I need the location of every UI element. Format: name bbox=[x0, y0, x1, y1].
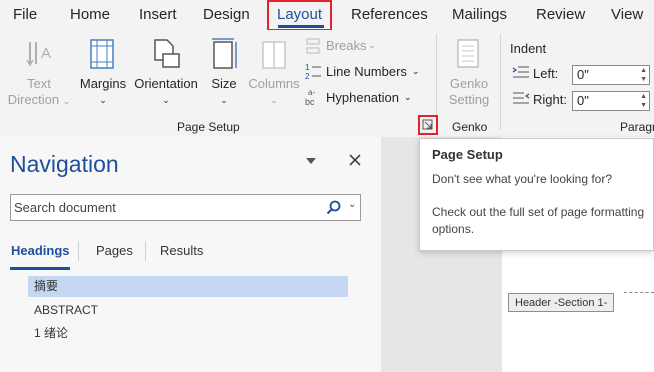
hyphenation-icon: a- bc bbox=[305, 88, 315, 107]
columns-label: Columns bbox=[248, 76, 300, 91]
spinner-arrows-icon[interactable]: ▲ ▼ bbox=[640, 92, 647, 110]
breaks-label: Breaks bbox=[326, 38, 367, 53]
genko-setting-button[interactable]: Genko Setting bbox=[441, 38, 497, 110]
genko-setting-icon bbox=[457, 39, 479, 68]
tab-review[interactable]: Review bbox=[536, 6, 585, 23]
text-direction-button[interactable]: A Text Direction ⌄ bbox=[4, 38, 74, 110]
indent-left-input[interactable]: 0" ▲ ▼ bbox=[572, 65, 650, 85]
close-icon[interactable] bbox=[349, 154, 361, 166]
tab-references[interactable]: References bbox=[351, 6, 428, 23]
paragraph-group-label: Paragr bbox=[620, 120, 654, 134]
indent-left-icon bbox=[512, 66, 529, 78]
indent-left-value: 0" bbox=[577, 67, 589, 82]
columns-icon bbox=[262, 41, 286, 69]
line-numbers-icon: 1 2 bbox=[305, 63, 321, 80]
genko-setting-label-1: Genko bbox=[449, 76, 489, 91]
tab-home[interactable]: Home bbox=[70, 6, 110, 23]
chevron-down-icon: ⌄ bbox=[99, 95, 107, 105]
svg-text:2: 2 bbox=[305, 72, 310, 80]
tab-design[interactable]: Design bbox=[203, 6, 250, 23]
svg-text:1: 1 bbox=[305, 63, 310, 72]
line-numbers-label: Line Numbers bbox=[326, 64, 407, 79]
layout-tab-highlight bbox=[267, 0, 332, 31]
indent-left-label: Left: bbox=[533, 66, 559, 81]
search-icon[interactable] bbox=[326, 200, 342, 216]
navigation-title: Navigation bbox=[10, 151, 119, 177]
chevron-down-icon: ⌄ bbox=[412, 66, 420, 76]
tab-results[interactable]: Results bbox=[160, 243, 203, 258]
tab-insert[interactable]: Insert bbox=[139, 6, 177, 23]
chevron-down-icon: ⌄ bbox=[404, 92, 412, 102]
tooltip-title: Page Setup bbox=[432, 147, 503, 162]
tab-view[interactable]: View bbox=[611, 6, 643, 23]
search-placeholder: Search document bbox=[14, 200, 116, 215]
size-label: Size bbox=[211, 76, 237, 91]
group-separator bbox=[500, 34, 501, 130]
search-document-input[interactable]: Search document ⌄ bbox=[10, 194, 361, 221]
heading-item-introduction[interactable]: 1 绪论 bbox=[28, 323, 68, 344]
chevron-down-icon: ⌄ bbox=[162, 95, 170, 105]
breaks-icon bbox=[306, 38, 320, 54]
indent-right-value: 0" bbox=[577, 93, 589, 108]
indent-title: Indent bbox=[510, 41, 547, 56]
margins-icon bbox=[90, 39, 114, 69]
svg-text:A: A bbox=[41, 45, 51, 62]
orientation-icon bbox=[154, 39, 180, 68]
text-direction-icon: A bbox=[26, 42, 51, 67]
chevron-down-icon: ⌄ bbox=[220, 95, 228, 105]
svg-text:a-: a- bbox=[308, 88, 315, 97]
size-button[interactable]: Size ⌄ bbox=[204, 38, 244, 110]
page-setup-tooltip: Page Setup Don't see what you're looking… bbox=[419, 138, 654, 251]
dialog-launcher-highlight bbox=[418, 115, 438, 135]
tab-separator bbox=[78, 241, 79, 261]
columns-button[interactable]: Columns ⌄ bbox=[246, 38, 302, 110]
spinner-arrows-icon[interactable]: ▲ ▼ bbox=[640, 66, 647, 84]
genko-group-label: Genko bbox=[452, 120, 488, 134]
chevron-down-icon: ⌄ bbox=[62, 96, 71, 106]
tab-pages[interactable]: Pages bbox=[96, 243, 133, 258]
indent-right-icon bbox=[513, 92, 530, 104]
page-setup-group-label: Page Setup bbox=[177, 120, 240, 134]
text-direction-label-1: Text bbox=[27, 76, 51, 91]
tab-mailings[interactable]: Mailings bbox=[452, 6, 507, 23]
pane-options-icon[interactable] bbox=[306, 157, 316, 165]
svg-text:bc: bc bbox=[305, 97, 315, 107]
chevron-down-icon: ⌄ bbox=[270, 95, 278, 105]
heading-item-abstract-cn[interactable]: 摘要 bbox=[28, 276, 348, 297]
genko-setting-label-2: Setting bbox=[448, 92, 490, 107]
indent-right-input[interactable]: 0" ▲ ▼ bbox=[572, 91, 650, 111]
margins-label: Margins bbox=[79, 76, 127, 91]
hyphenation-button[interactable]: a- bc Hyphenation ⌄ bbox=[305, 86, 425, 107]
breaks-button[interactable]: Breaks ⌄ bbox=[305, 36, 415, 56]
ribbon: A Text Direction ⌄ Margins ⌄ Orientation… bbox=[0, 30, 654, 137]
header-section-tag: Header -Section 1- bbox=[508, 293, 615, 312]
active-nav-tab-indicator bbox=[10, 267, 70, 270]
margins-button[interactable]: Margins ⌄ bbox=[76, 38, 130, 110]
hyphenation-label: Hyphenation bbox=[326, 90, 399, 105]
tooltip-line-2: Check out the full set of page formattin… bbox=[432, 205, 645, 236]
size-icon bbox=[212, 38, 237, 69]
line-numbers-button[interactable]: 1 2 Line Numbers ⌄ bbox=[305, 61, 425, 81]
tab-file[interactable]: File bbox=[13, 6, 37, 23]
indent-right-label: Right: bbox=[533, 92, 567, 107]
tab-headings[interactable]: Headings bbox=[11, 243, 70, 258]
header-boundary-line bbox=[624, 292, 654, 293]
orientation-label: Orientation bbox=[134, 76, 198, 91]
orientation-button[interactable]: Orientation ⌄ bbox=[131, 38, 201, 110]
text-direction-label-2: Direction bbox=[7, 92, 60, 107]
heading-item-abstract[interactable]: ABSTRACT bbox=[28, 300, 98, 321]
chevron-down-icon: ⌄ bbox=[368, 40, 376, 50]
chevron-down-icon[interactable]: ⌄ bbox=[348, 199, 356, 210]
tooltip-line-1: Don't see what you're looking for? bbox=[432, 172, 613, 186]
navigation-pane: Navigation Search document ⌄ Headings Pa… bbox=[0, 137, 381, 372]
tab-separator bbox=[145, 241, 146, 261]
